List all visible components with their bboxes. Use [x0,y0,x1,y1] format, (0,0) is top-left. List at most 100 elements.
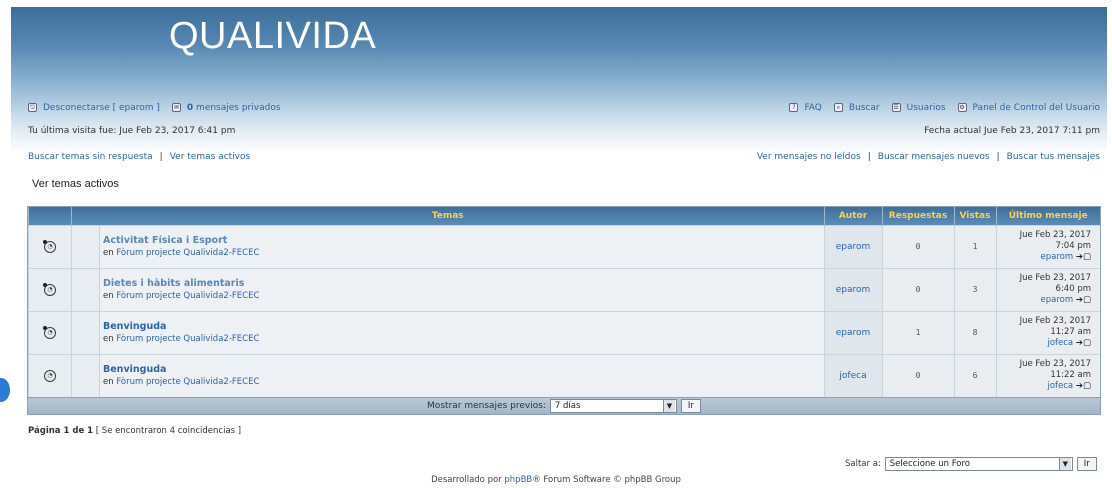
forum-link[interactable]: Fòrum projecte Qualivida2-FECEC [116,248,259,258]
unanswered-topics-link[interactable]: Buscar temas sin respuesta [28,152,153,162]
last-post-date: Jue Feb 23, 2017 [1019,359,1091,370]
last-post-cell: Jue Feb 23, 2017 11:22 am jofeca ➔▢ [995,353,1100,397]
previous-posts-select[interactable]: 7 días ▼ [549,399,677,413]
last-post-author[interactable]: jofeca [1047,381,1073,391]
current-date-text: Fecha actual Jue Feb 23, 2017 7:11 pm [924,125,1100,136]
control-panel-icon: ⚙ [957,103,967,112]
table-row: ◔ Dietes i hàbits alimentaris en Fòrum p… [28,267,1100,311]
forum-jumpbox: Saltar a: Seleccione un Foro ▼ Ir [845,457,1097,471]
forum-link[interactable]: Fòrum projecte Qualivida2-FECEC [116,334,259,344]
last-post-time: 11:27 am [1050,327,1091,337]
topic-author[interactable]: eparom [823,310,882,354]
private-messages-link[interactable]: 0 mensajes privados [187,103,281,113]
view-latest-post-icon[interactable]: ➔▢ [1076,381,1091,391]
last-post-time: 7:04 pm [1055,241,1091,251]
topic-replies: 0 [881,224,954,268]
topic-status-cell: ◔ [28,224,72,268]
topic-status-cell: ◔ [28,310,72,354]
topic-views: 3 [953,267,996,311]
active-topics-link[interactable]: Ver temas activos [170,152,250,162]
topic-status-cell: ◔ [28,267,72,311]
topic-type-cell [71,224,100,268]
unread-posts-link[interactable]: Ver mensajes no leídos [757,152,861,162]
forum-link[interactable]: Fòrum projecte Qualivida2-FECEC [116,377,259,387]
last-post-author[interactable]: eparom [1041,295,1074,305]
last-post-date: Jue Feb 23, 2017 [1019,273,1091,283]
table-row: ◔ Benvinguda en Fòrum projecte Qualivida… [28,310,1100,354]
view-latest-post-icon[interactable]: ➔▢ [1076,295,1091,305]
members-link[interactable]: Usuarios [907,103,946,113]
go-button[interactable]: Ir [680,399,701,413]
view-latest-post-icon[interactable]: ➔▢ [1076,338,1091,348]
powered-by: Desarrollado por phpBB® Forum Software ©… [0,475,1112,485]
last-post-author[interactable]: jofeca [1047,338,1073,348]
table-header-row: Temas Autor Respuestas Vistas Último men… [28,207,1100,225]
topic-read-posted-icon: ◔ [43,325,56,339]
topic-read-posted-icon: ◔ [43,239,56,253]
pm-label: mensajes privados [193,102,281,113]
matches-text: [ Se encontraron 4 coincidencias ] [95,426,242,436]
jumpbox-label: Saltar a: [845,459,881,469]
powered-prefix: Desarrollado por [431,475,505,485]
topic-title-link[interactable]: Activitat Física i Esport [103,235,824,246]
phpbb-link[interactable]: phpBB [504,475,532,485]
side-scroll-tab[interactable] [0,378,10,402]
search-link[interactable]: Buscar [849,103,880,113]
topic-cell: Activitat Física i Esport en Fòrum proje… [99,224,824,268]
topic-replies: 1 [881,310,954,354]
topic-author[interactable]: eparom [823,267,882,311]
topic-author[interactable]: eparom [823,224,882,268]
last-visit-text: Tu última visita fue: Jue Feb 23, 2017 6… [28,125,236,136]
separator: | [159,151,163,162]
own-posts-link[interactable]: Buscar tus mensajes [1007,152,1100,162]
logout-icon: ⎋ [28,103,37,112]
last-post-time: 11:22 am [1050,370,1091,381]
jump-go-button[interactable]: Ir [1076,457,1097,471]
forum-prefix: en [103,377,117,388]
last-post-author[interactable]: eparom [1041,252,1074,262]
topic-author[interactable]: jofeca [823,353,882,397]
topic-title-link[interactable]: Benvinguda [103,321,824,332]
forum-prefix: en [103,291,117,301]
control-panel-link[interactable]: Panel de Control del Usuario [973,103,1100,113]
topic-type-cell [71,353,100,397]
topic-forum-line: en Fòrum projecte Qualivida2-FECEC [103,334,824,344]
search-icon: ⌕ [833,103,843,112]
members-icon: ☰ [891,103,901,112]
topic-cell: Dietes i hàbits alimentaris en Fòrum pro… [99,267,824,311]
forum-select[interactable]: Seleccione un Foro ▼ [884,457,1073,471]
topics-column-header: Temas [71,207,824,225]
topic-cell: Benvinguda en Fòrum projecte Qualivida2-… [99,353,824,397]
previous-posts-select-value: 7 días [554,401,581,411]
last-post-column-header: Último mensaje [995,207,1100,225]
pagination: Página 1 de 1 [ Se encontraron 4 coincid… [28,426,241,436]
visit-info: Tu última visita fue: Jue Feb 23, 2017 6… [28,124,1100,137]
site-logo[interactable]: QUALIVIDA [169,15,376,58]
table-row: ◔ Benvinguda en Fòrum projecte Qualivida… [28,353,1100,397]
logout-link[interactable]: Desconectarse [ eparom ] [43,103,160,113]
faq-link[interactable]: FAQ [804,103,821,113]
topic-title-link[interactable]: Dietes i hàbits alimentaris [103,278,824,289]
icon-column-header [28,207,72,225]
search-links-bar: Buscar temas sin respuesta | Ver temas a… [28,150,1100,163]
user-bar: ⎋ Desconectarse [ eparom ] ✉ 0 mensajes … [28,101,1100,114]
separator: | [867,151,871,162]
topic-views: 6 [953,353,996,397]
view-latest-post-icon[interactable]: ➔▢ [1076,252,1091,262]
topic-type-cell [71,310,100,354]
table-footer: Mostrar mensajes previos: 7 días ▼ Ir [28,397,1100,414]
separator: | [996,151,1000,162]
topic-status-cell: ◔ [28,353,72,397]
topic-cell: Benvinguda en Fòrum projecte Qualivida2-… [99,310,824,354]
forum-link[interactable]: Fòrum projecte Qualivida2-FECEC [116,291,259,301]
active-topics-table: Temas Autor Respuestas Vistas Último men… [27,206,1101,415]
new-posts-link[interactable]: Buscar mensajes nuevos [878,152,990,162]
forum-select-value: Seleccione un Foro [889,459,970,469]
forum-prefix: en [103,248,117,258]
last-post-date: Jue Feb 23, 2017 [1019,316,1091,326]
topic-replies: 0 [881,353,954,397]
page-title: Ver temas activos [32,178,119,190]
last-post-cell: Jue Feb 23, 2017 11:27 am jofeca ➔▢ [995,310,1100,354]
topic-title-link[interactable]: Benvinguda [103,364,824,375]
chevron-down-icon: ▼ [662,400,675,412]
